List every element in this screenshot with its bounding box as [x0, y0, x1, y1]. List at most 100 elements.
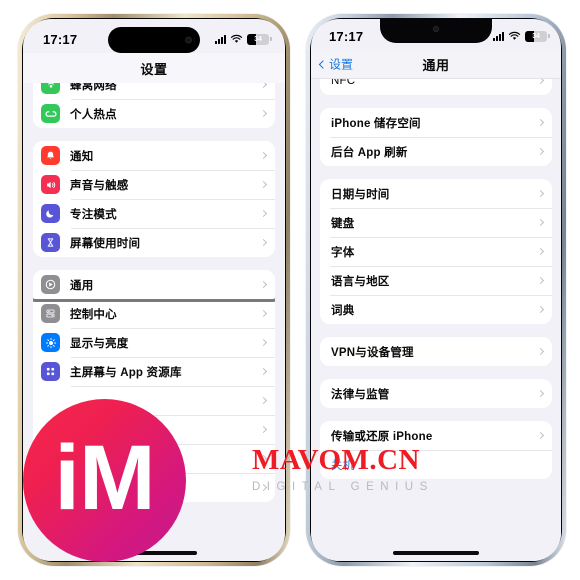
chevron-right-icon	[259, 396, 268, 405]
settings-row-label: 通知	[70, 150, 94, 163]
placeholder-icon	[41, 391, 60, 410]
watermark-logo-text: iM	[54, 426, 155, 529]
chevron-right-icon	[259, 180, 268, 189]
settings-group-legal: 法律与监管	[320, 379, 552, 408]
watermark-text-block: MAVOM.CN DIGITAL GENIUS	[252, 446, 434, 494]
chevron-left-icon	[318, 59, 328, 69]
status-indicators: 34	[215, 33, 272, 45]
chevron-right-icon	[536, 305, 545, 314]
settings-group-notifications: 通知 声音与触感 专注模式 屏幕使用时间	[33, 141, 275, 257]
cellular-signal-icon	[493, 31, 504, 41]
status-time: 17:17	[43, 31, 78, 47]
settings-row-label: 法律与监管	[331, 388, 390, 401]
status-time: 17:17	[329, 28, 364, 44]
settings-group-connectivity: 蜂窝网络 个人热点	[33, 83, 275, 128]
cellular-signal-icon	[215, 34, 226, 44]
settings-row-dictionary[interactable]: 词典	[320, 295, 552, 324]
chevron-right-icon	[536, 218, 545, 227]
screen-time-hourglass-icon	[41, 233, 60, 252]
settings-row-label: 主屏幕与 App 资源库	[70, 366, 182, 379]
settings-row-label: 键盘	[331, 217, 355, 230]
chevron-right-icon	[259, 209, 268, 218]
right-status-bar: 17:17 34	[311, 19, 561, 49]
settings-row-label: 个人热点	[70, 108, 117, 121]
settings-group-nfc: NFC	[320, 79, 552, 95]
wifi-icon	[508, 31, 521, 40]
settings-row-legal-regulatory[interactable]: 法律与监管	[320, 379, 552, 408]
page-title: 设置	[140, 61, 168, 77]
battery-nub	[269, 37, 272, 41]
chevron-right-icon	[536, 79, 545, 85]
chevron-right-icon	[536, 431, 545, 440]
settings-row-label: 字体	[331, 246, 355, 259]
right-nav-bar: 设置 通用	[311, 49, 561, 79]
status-indicators: 34	[493, 30, 550, 42]
settings-row-label: 声音与触感	[70, 179, 129, 192]
settings-row-background-app-refresh[interactable]: 后台 App 刷新	[320, 137, 552, 166]
settings-row-language-region[interactable]: 语言与地区	[320, 266, 552, 295]
settings-row-date-time[interactable]: 日期与时间	[320, 179, 552, 208]
settings-row-label: 屏幕使用时间	[70, 237, 141, 250]
settings-row-label: 语言与地区	[331, 275, 390, 288]
watermark-subtitle: DIGITAL GENIUS	[252, 481, 434, 493]
battery-percent: 34	[532, 32, 540, 40]
settings-group-vpn: VPN与设备管理	[320, 337, 552, 366]
page-title: 通用	[422, 57, 450, 73]
watermark-title: MAVOM.CN	[252, 444, 421, 476]
settings-row-label: 蜂窝网络	[70, 83, 117, 92]
settings-row-nfc[interactable]: NFC	[320, 79, 552, 95]
settings-row-label: 日期与时间	[331, 188, 390, 201]
watermark-logo: iM	[23, 399, 186, 562]
chevron-right-icon	[259, 83, 268, 89]
settings-row-label: NFC	[331, 79, 356, 87]
settings-row-sound-haptics[interactable]: 声音与触感	[33, 170, 275, 199]
chevron-right-icon	[259, 309, 268, 318]
settings-row-label: 显示与亮度	[70, 337, 129, 350]
settings-group-storage: iPhone 储存空间 后台 App 刷新	[320, 108, 552, 166]
battery-icon: 34	[247, 33, 272, 45]
chevron-right-icon	[259, 109, 268, 118]
chevron-right-icon	[259, 338, 268, 347]
settings-row-label: 后台 App 刷新	[331, 146, 408, 159]
settings-row-display-brightness[interactable]: 显示与亮度	[33, 328, 275, 357]
chevron-right-icon	[259, 280, 268, 289]
settings-row-notifications[interactable]: 通知	[33, 141, 275, 170]
home-indicator	[393, 551, 479, 555]
settings-row-hotspot[interactable]: 个人热点	[33, 99, 275, 128]
settings-row-keyboard[interactable]: 键盘	[320, 208, 552, 237]
settings-row-label: iPhone 储存空间	[331, 117, 421, 130]
display-brightness-icon	[41, 333, 60, 352]
settings-row-label: 控制中心	[70, 308, 117, 321]
chevron-right-icon	[259, 367, 268, 376]
settings-row-vpn-device-management[interactable]: VPN与设备管理	[320, 337, 552, 366]
chevron-right-icon	[536, 189, 545, 198]
home-screen-icon	[41, 362, 60, 381]
settings-row-label: 专注模式	[70, 208, 117, 221]
chevron-right-icon	[259, 151, 268, 160]
settings-row-general[interactable]: 通用	[33, 270, 275, 302]
battery-icon: 34	[525, 30, 550, 42]
settings-row-focus[interactable]: 专注模式	[33, 199, 275, 228]
settings-row-cellular[interactable]: 蜂窝网络	[33, 83, 275, 99]
wifi-icon	[230, 34, 243, 43]
settings-group-locale: 日期与时间 键盘 字体 语言与地区 词典	[320, 179, 552, 324]
chevron-right-icon	[259, 425, 268, 434]
settings-row-screen-time[interactable]: 屏幕使用时间	[33, 228, 275, 257]
left-nav-bar: 设置	[23, 53, 285, 83]
back-button[interactable]: 设置	[318, 56, 354, 73]
settings-row-home-screen[interactable]: 主屏幕与 App 资源库	[33, 357, 275, 386]
settings-row-label: 传输或还原 iPhone	[331, 430, 433, 443]
chevron-right-icon	[536, 347, 545, 356]
chevron-right-icon	[536, 389, 545, 398]
settings-row-control-center[interactable]: 控制中心	[33, 299, 275, 328]
battery-nub	[547, 34, 550, 38]
focus-moon-icon	[41, 204, 60, 223]
settings-row-fonts[interactable]: 字体	[320, 237, 552, 266]
chevron-right-icon	[536, 276, 545, 285]
notifications-bell-icon	[41, 146, 60, 165]
back-button-label: 设置	[329, 57, 354, 72]
settings-row-label: 词典	[331, 304, 355, 317]
settings-row-iphone-storage[interactable]: iPhone 储存空间	[320, 108, 552, 137]
chevron-right-icon	[259, 238, 268, 247]
chevron-right-icon	[536, 118, 545, 127]
